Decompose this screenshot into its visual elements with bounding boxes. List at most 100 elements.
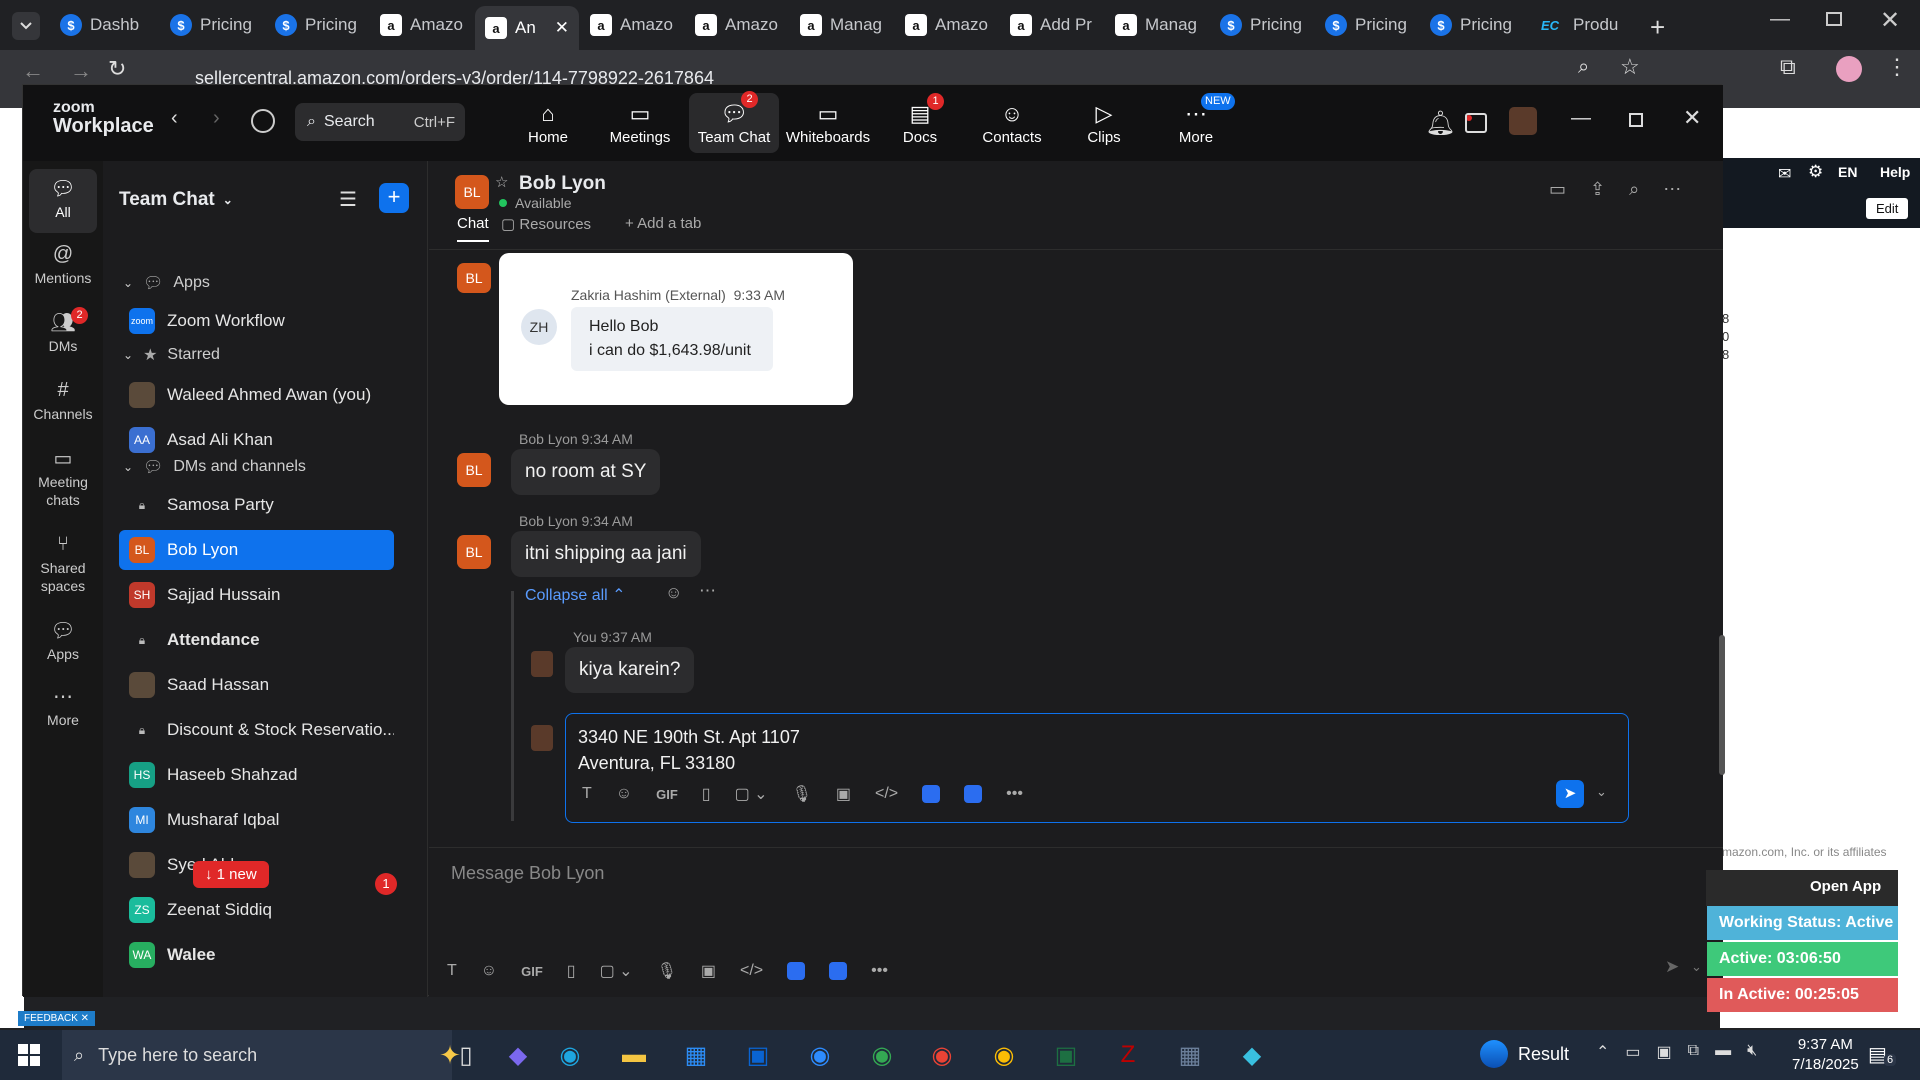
- browser-tab[interactable]: $ Pricing: [1210, 8, 1314, 42]
- send-button[interactable]: ➤: [1556, 780, 1584, 808]
- minimize-browser-button[interactable]: —: [1770, 8, 1790, 31]
- microphone-icon[interactable]: 🎙︎: [792, 784, 812, 804]
- nav-team-chat[interactable]: 💬︎ Team Chat 2: [689, 91, 779, 153]
- volume-muted-icon[interactable]: 🔇︎: [1747, 1042, 1757, 1062]
- outlook-icon[interactable]: ▣: [738, 1038, 778, 1072]
- filter-icon[interactable]: ☰: [339, 187, 357, 212]
- zoom-search-box[interactable]: ⌕ Search Ctrl+F: [295, 103, 465, 141]
- emoji-icon[interactable]: ☺: [481, 962, 497, 980]
- app-icon-1[interactable]: [787, 962, 806, 980]
- gif-icon[interactable]: GIF: [656, 787, 678, 802]
- rail-meeting-chats[interactable]: ▭ Meeting chats: [29, 443, 97, 509]
- chrome-icon-1[interactable]: ◉: [862, 1038, 902, 1072]
- zoom-taskbar-icon[interactable]: ◉: [800, 1038, 840, 1072]
- sidebar-item[interactable]: zoom Zoom Workflow: [119, 301, 394, 341]
- thread-more-icon[interactable]: ⋯: [699, 581, 716, 601]
- weather-icon[interactable]: [1480, 1040, 1508, 1068]
- share-screen-icon[interactable]: ⇪: [1590, 179, 1605, 200]
- section-starred[interactable]: ⌄ ★ Starred: [123, 345, 220, 365]
- draft-text[interactable]: 3340 NE 190th St. Apt 1107 Aventura, FL …: [578, 724, 800, 776]
- file-icon[interactable]: ▯: [567, 961, 576, 981]
- sidebar-item[interactable]: Saad Hassan: [119, 665, 394, 705]
- chat-scrollbar[interactable]: [1719, 635, 1725, 775]
- nav-clips[interactable]: ▷ Clips: [1059, 99, 1149, 146]
- weather-text[interactable]: Result: [1518, 1044, 1569, 1065]
- browser-menu-icon[interactable]: ⋮: [1886, 54, 1908, 80]
- profile-avatar[interactable]: [1836, 56, 1862, 82]
- open-app-link[interactable]: Open App: [1810, 878, 1881, 895]
- app-icon-1[interactable]: [922, 785, 941, 803]
- extensions-icon[interactable]: ⧉: [1780, 54, 1796, 80]
- close-tab-icon[interactable]: ✕: [555, 18, 569, 38]
- app-icon-2[interactable]: [829, 962, 848, 980]
- browser-tab[interactable]: EC Produ: [1525, 8, 1629, 42]
- copilot-icon[interactable]: ◆: [498, 1038, 538, 1072]
- message-input[interactable]: Message Bob Lyon: [451, 863, 604, 884]
- reply-composer[interactable]: 3340 NE 190th St. Apt 1107 Aventura, FL …: [565, 713, 1629, 823]
- new-tab-button[interactable]: +: [1650, 12, 1665, 43]
- clock[interactable]: 9:37 AM 7/18/2025: [1792, 1035, 1859, 1075]
- browser-tab[interactable]: a Manag: [1105, 8, 1209, 42]
- forward-arrow-icon[interactable]: ›: [213, 107, 220, 130]
- emoji-icon[interactable]: ☺: [616, 785, 632, 803]
- browser-tab[interactable]: $ Dashb: [50, 8, 154, 42]
- microphone-icon[interactable]: 🎙︎: [657, 961, 677, 981]
- section-apps[interactable]: ⌄ 💬︎ Apps: [123, 273, 210, 293]
- sidebar-item[interactable]: 🔒︎ Attendance: [119, 620, 394, 660]
- bookmark-star-icon[interactable]: ☆: [1620, 54, 1640, 80]
- tab-add[interactable]: + Add a tab: [625, 215, 701, 232]
- contact-name[interactable]: Bob Lyon: [519, 173, 606, 195]
- sidebar-item[interactable]: 🔒︎ Samosa Party: [119, 485, 394, 525]
- search-chat-icon[interactable]: ⌕: [1629, 179, 1639, 200]
- rail-dms[interactable]: 👥︎ DMs 2: [29, 307, 97, 355]
- maximize-browser-button[interactable]: [1826, 12, 1842, 26]
- code-snippet-icon[interactable]: </>: [740, 962, 763, 980]
- rail-all[interactable]: 💬︎ All: [29, 169, 97, 233]
- nav-more[interactable]: ⋯ More NEW: [1151, 93, 1241, 146]
- app-icon-2[interactable]: [964, 785, 983, 803]
- new-messages-pill[interactable]: ↓ 1 new: [193, 861, 269, 888]
- nav-docs[interactable]: ▤ Docs 1: [875, 93, 965, 146]
- message-bubble[interactable]: no room at SY: [511, 449, 661, 495]
- video-message-icon[interactable]: ▣: [836, 784, 851, 804]
- sidebar-item[interactable]: ZS Zeenat Siddiq: [119, 890, 394, 930]
- code-snippet-icon[interactable]: </>: [875, 785, 898, 803]
- browser-tab[interactable]: $ Pricing: [1420, 8, 1524, 42]
- store-icon[interactable]: ▦: [676, 1038, 716, 1072]
- nav-whiteboards[interactable]: ▭ Whiteboards: [783, 99, 873, 146]
- start-windows-icon[interactable]: [18, 1044, 40, 1066]
- sidebar-item[interactable]: SH Sajjad Hussain: [119, 575, 394, 615]
- tray-display-icon[interactable]: ⧉: [1688, 1042, 1699, 1062]
- gif-icon[interactable]: GIF: [521, 964, 543, 979]
- section-dms[interactable]: ⌄ 💬︎ DMs and channels: [123, 457, 306, 477]
- format-text-icon[interactable]: T: [582, 785, 592, 803]
- rail-more[interactable]: ⋯ More: [29, 681, 97, 729]
- screenshot-icon[interactable]: ▢ ⌄: [735, 784, 768, 804]
- browser-tab[interactable]: a An ✕: [475, 6, 579, 50]
- maximize-zoom-button[interactable]: [1629, 113, 1643, 127]
- rail-shared-spaces[interactable]: ⑂ Shared spaces: [29, 529, 97, 595]
- minimize-zoom-button[interactable]: —: [1571, 107, 1591, 130]
- rail-apps[interactable]: 💬︎ Apps: [29, 615, 97, 663]
- message-bubble[interactable]: itni shipping aa jani: [511, 531, 701, 577]
- rail-mentions[interactable]: @ Mentions: [29, 239, 97, 287]
- filezilla-icon[interactable]: Z: [1108, 1038, 1148, 1072]
- browser-tab[interactable]: $ Pricing: [265, 8, 369, 42]
- file-explorer-icon[interactable]: ▬: [614, 1038, 654, 1072]
- nav-home[interactable]: ⌂ Home: [503, 99, 593, 146]
- settings-gear-icon[interactable]: ⚙: [1808, 162, 1823, 182]
- browser-tab[interactable]: a Add Pr: [1000, 8, 1104, 42]
- reload-icon[interactable]: ↻: [108, 56, 126, 82]
- reply-bubble[interactable]: kiya karein?: [565, 647, 695, 693]
- browser-tab[interactable]: a Manag: [790, 8, 894, 42]
- language-selector[interactable]: EN: [1838, 164, 1857, 180]
- sidebar-item[interactable]: WA Walee: [119, 935, 394, 975]
- browser-tab[interactable]: a Amazo: [895, 8, 999, 42]
- tray-chevron-icon[interactable]: ⌃: [1596, 1042, 1609, 1062]
- send-disabled-icon[interactable]: ➤: [1665, 957, 1679, 977]
- video-icon[interactable]: ▭: [1549, 179, 1566, 200]
- collapse-all-link[interactable]: Collapse all ⌃: [525, 585, 626, 605]
- browser-tab[interactable]: a Amazo: [685, 8, 789, 42]
- file-icon[interactable]: ▯: [702, 784, 711, 804]
- more-options-icon[interactable]: ⋯: [1663, 179, 1681, 200]
